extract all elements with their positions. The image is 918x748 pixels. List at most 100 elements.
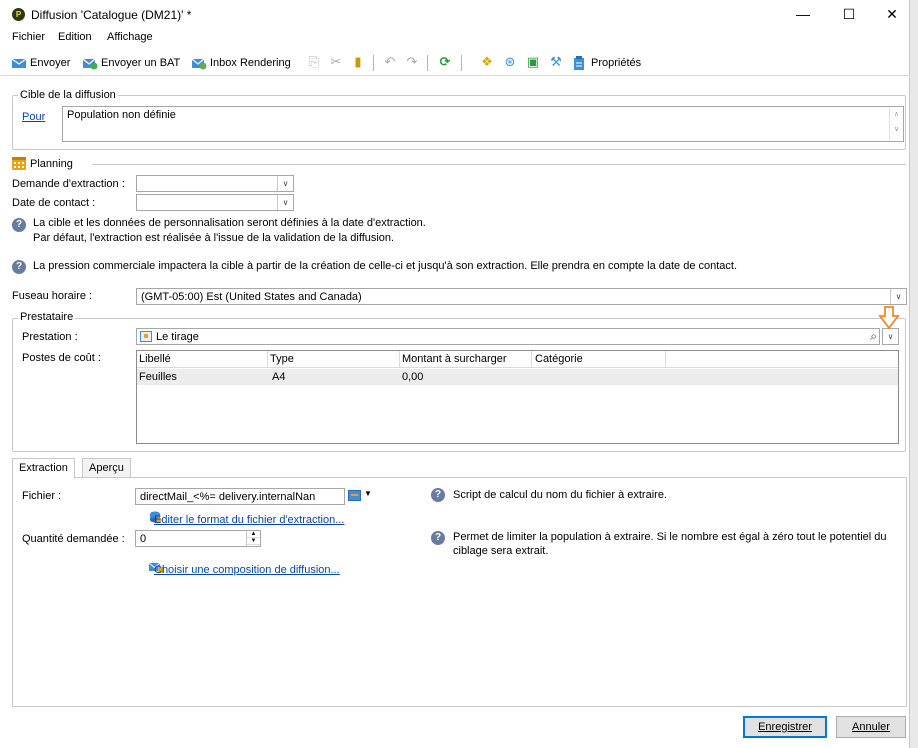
copy-icon[interactable]: ⎘ <box>306 54 322 70</box>
target-scrollbar[interactable]: ∧ ∨ <box>889 107 903 141</box>
background-strip <box>910 0 918 748</box>
undo-icon[interactable]: ↶ <box>382 54 398 70</box>
quantity-help-line2: ciblage sera extrait. <box>453 545 549 557</box>
chevron-down-icon[interactable]: ∨ <box>277 176 293 191</box>
quantity-stepper[interactable]: 0 ▲ ▼ <box>135 530 261 547</box>
clipboard-icon <box>572 56 588 70</box>
extraction-date-label: Demande d'extraction : <box>12 178 125 190</box>
cancel-label: Annuler <box>852 721 890 733</box>
send-bat-button[interactable]: Envoyer un BAT <box>82 55 180 71</box>
chevron-down-icon[interactable]: ∨ <box>890 289 906 304</box>
timezone-value: (GMT-05:00) Est (United States and Canad… <box>141 291 362 303</box>
inbox-rendering-icon <box>191 56 207 70</box>
tab-apercu[interactable]: Aperçu <box>82 458 131 478</box>
inbox-rendering-button[interactable]: Inbox Rendering <box>191 55 291 71</box>
menu-fichier[interactable]: Fichier <box>12 31 45 43</box>
grid-header: Libellé Type Montant à surcharger Catégo… <box>137 351 898 368</box>
toolbar: Envoyer Envoyer un BAT Inbox Rendering ⎘… <box>0 50 910 76</box>
quantity-value: 0 <box>140 533 147 545</box>
cut-icon[interactable]: ✂ <box>328 54 344 70</box>
column-header-amount[interactable]: Montant à surcharger <box>402 353 507 365</box>
properties-label: Propriétés <box>591 57 642 69</box>
maximize-button[interactable]: ☐ <box>834 4 864 24</box>
extraction-info-line1: La cible et les données de personnalisat… <box>33 217 426 229</box>
search-icon[interactable]: ⌕ <box>870 329 877 344</box>
service-value: Le tirage <box>156 331 199 343</box>
toolbar-separator <box>373 55 374 71</box>
service-type-icon <box>140 331 152 342</box>
inbox-rendering-label: Inbox Rendering <box>210 57 291 69</box>
calendar-icon <box>12 157 26 170</box>
quantity-spin-buttons[interactable]: ▲ ▼ <box>246 531 260 546</box>
delivery-window: P Diffusion 'Catalogue (DM21)' * — ☐ ✕ F… <box>0 0 910 748</box>
service-dropdown-button[interactable]: ∨ <box>882 328 899 345</box>
save-button[interactable]: Enregistrer <box>743 716 827 738</box>
target-pour-link[interactable]: Pour <box>22 111 45 123</box>
file-label: Fichier : <box>22 490 62 502</box>
extraction-info-line2: Par défaut, l'extraction est réalisée à … <box>33 232 395 244</box>
help-icon: ? <box>431 488 445 502</box>
extraction-panel: Fichier : directMail_<%= delivery.intern… <box>12 477 907 707</box>
timezone-label: Fuseau horaire : <box>12 290 93 302</box>
extraction-date-dropdown[interactable]: ∨ <box>136 175 294 192</box>
table-row[interactable]: Feuilles A4 0,00 <box>137 369 898 385</box>
target-group-label: Cible de la diffusion <box>18 89 118 101</box>
quantity-label: Quantité demandée : <box>22 533 125 545</box>
menu-affichage[interactable]: Affichage <box>107 31 153 43</box>
file-help-text: Script de calcul du nom du fichier à ext… <box>453 489 667 501</box>
help-icon: ? <box>12 218 26 232</box>
help-icon: ? <box>431 531 445 545</box>
toolbar-separator <box>461 55 462 71</box>
column-header-type[interactable]: Type <box>270 353 294 365</box>
envelope-icon <box>11 56 27 70</box>
highlight-arrow-icon <box>878 306 900 330</box>
timezone-dropdown[interactable]: (GMT-05:00) Est (United States and Canad… <box>136 288 907 305</box>
file-name-value: directMail_<%= delivery.internalNan <box>140 491 316 503</box>
save-label: Enregistrer <box>758 721 812 733</box>
planning-label: Planning <box>30 158 73 170</box>
pressure-info: La pression commerciale impactera la cib… <box>33 260 738 272</box>
redo-icon[interactable]: ↷ <box>404 54 420 70</box>
toolbar-separator <box>427 55 428 71</box>
service-field[interactable]: Le tirage ⌕ <box>136 328 880 345</box>
service-label: Prestation : <box>22 331 78 343</box>
provider-group-label: Prestataire <box>18 311 76 323</box>
close-button[interactable]: ✕ <box>877 4 907 24</box>
target-population-value: Population non définie <box>67 109 176 121</box>
contact-date-dropdown[interactable]: ∨ <box>136 194 294 211</box>
planning-divider <box>92 164 906 165</box>
script-editor-icon[interactable] <box>348 490 361 501</box>
menu-bar: Fichier Edition Affichage <box>0 28 910 48</box>
chevron-down-icon: ∨ <box>887 332 894 341</box>
target-population-field[interactable]: Population non définie ∧ ∨ <box>62 106 904 142</box>
composition-link[interactable]: Choisir une composition de diffusion... <box>154 564 340 576</box>
paste-icon[interactable]: ▮ <box>350 54 366 70</box>
app-logo-icon: P <box>12 8 25 21</box>
target-icon[interactable]: ⊛ <box>502 54 518 70</box>
properties-button[interactable]: Propriétés <box>572 55 641 71</box>
envelope-check-icon <box>82 56 98 70</box>
tools-icon[interactable]: ⚒ <box>548 54 564 70</box>
cancel-button[interactable]: Annuler <box>836 716 906 738</box>
caret-down-icon[interactable]: ▼ <box>364 489 372 498</box>
chevron-down-icon[interactable]: ∨ <box>277 195 293 210</box>
menu-edition[interactable]: Edition <box>58 31 92 43</box>
help-icon: ? <box>12 260 26 274</box>
file-name-input[interactable]: directMail_<%= delivery.internalNan <box>135 488 345 505</box>
cost-items-label: Postes de coût : <box>22 352 101 364</box>
send-button[interactable]: Envoyer <box>11 55 70 71</box>
refresh-icon[interactable]: ⟳ <box>437 54 453 70</box>
minimize-button[interactable]: — <box>788 4 818 24</box>
column-header-libelle[interactable]: Libellé <box>139 353 171 365</box>
tab-extraction[interactable]: Extraction <box>12 458 75 479</box>
quantity-help-line1: Permet de limiter la population à extrai… <box>453 531 887 543</box>
calculator-icon[interactable]: ▣ <box>525 54 541 70</box>
edit-format-link[interactable]: Editer le format du fichier d'extraction… <box>154 514 344 526</box>
send-bat-label: Envoyer un BAT <box>101 57 181 69</box>
cell-amount: 0,00 <box>402 371 424 383</box>
window-title: Diffusion 'Catalogue (DM21)' * <box>31 8 192 22</box>
contact-date-label: Date de contact : <box>12 197 96 209</box>
cost-items-grid: Libellé Type Montant à surcharger Catégo… <box>136 350 899 444</box>
gift-icon[interactable]: ❖ <box>479 54 495 70</box>
column-header-category[interactable]: Catégorie <box>535 353 583 365</box>
